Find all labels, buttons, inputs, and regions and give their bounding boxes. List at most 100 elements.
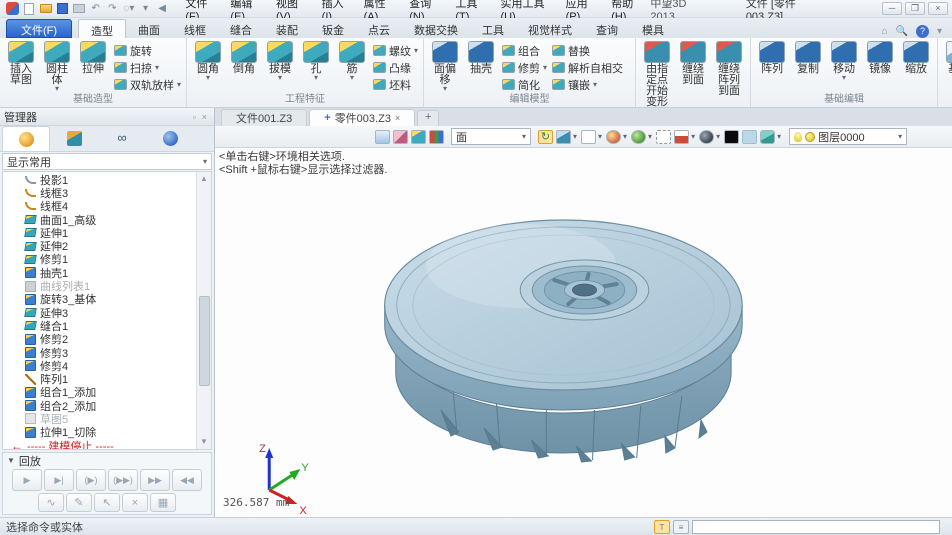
new-file-icon[interactable] [23,2,36,15]
surface-display-icon[interactable] [411,130,426,144]
tree-item[interactable]: 旋转3_基体 [3,293,196,306]
tree-item[interactable]: 曲线列表1 [3,279,196,292]
tree-item[interactable]: 投影1 [3,173,196,186]
entity-color-icon[interactable] [760,130,775,144]
ribbon-small-button[interactable]: 扫掠 ▾ [112,59,183,76]
render-mode-icon[interactable] [606,130,621,144]
undo-icon[interactable]: ↶ [89,2,102,15]
new-tab-button[interactable]: + [417,110,439,126]
ribbon-tab[interactable]: 视觉样式 [516,19,584,38]
material-ball-icon[interactable] [631,130,646,144]
help-icon[interactable]: ? [916,25,929,38]
ribbon-button[interactable]: 圆角 ▾ [190,40,226,82]
ribbon-button[interactable]: 复制 ▾ [790,40,826,82]
tree-item[interactable]: ← ----- 建模停止 ----- [3,439,196,449]
replay-header[interactable]: ▼ 回放 [3,453,211,468]
chevron-down-icon[interactable]: ▾ [716,132,720,141]
save-icon[interactable] [56,2,69,15]
render-attributes-icon[interactable] [429,130,444,144]
selection-mode-icon[interactable]: ◌▾ [123,2,136,15]
secondary-color-swatch[interactable] [742,130,757,144]
ribbon-button[interactable]: 面偏移 ▾ [427,40,463,93]
pin-icon[interactable]: ▫ [190,112,199,122]
close-button[interactable]: × [928,2,948,15]
shadow-icon[interactable] [699,130,714,144]
document-tab[interactable]: + 零件003.Z3 × [309,109,415,126]
search-icon[interactable]: 🔍 [896,26,908,37]
open-file-icon[interactable] [40,2,53,15]
ribbon-button[interactable]: 拉伸 ▾ [75,40,111,93]
pick-filter-dropdown[interactable]: 面 ▾ [451,128,531,145]
ribbon-button[interactable]: 抽壳 ▾ [463,40,499,93]
redo-icon[interactable]: ↷ [106,2,119,15]
ribbon-button[interactable]: 由指定点开始变形 ▾ [639,40,675,115]
chevron-down-icon[interactable]: ▾ [691,132,695,141]
panel-close-icon[interactable]: × [199,112,210,122]
tree-item[interactable]: 修剪2 [3,333,196,346]
ribbon-small-button[interactable]: 凸缘 ▾ [371,59,420,76]
ribbon-tab[interactable]: 曲面 [126,19,172,38]
chevron-down-icon[interactable]: ▾ [623,132,627,141]
tree-item[interactable]: 延伸2 [3,239,196,252]
ribbon-tab[interactable]: 点云 [356,19,402,38]
replay-button[interactable]: (▶▶) [108,469,138,491]
chevron-down-icon[interactable]: ▾ [777,132,781,141]
ribbon-tab[interactable]: 造型 [78,19,126,38]
ribbon-small-button[interactable]: 替换 ▾ [550,42,632,59]
auto-regen-icon[interactable]: ↻ [538,130,553,144]
ribbon-button[interactable]: 圆柱体 ▾ [39,40,75,93]
scroll-down-icon[interactable]: ▼ [200,435,208,449]
input-mode-toggle-icon[interactable]: T [654,520,670,534]
ribbon-button[interactable]: 基准面 ▾ [941,40,952,104]
background-color-swatch[interactable] [724,130,739,144]
ribbon-small-button[interactable]: 解析自相交 ▾ [550,59,632,76]
session-manager-tab[interactable] [146,126,194,151]
visual-manager-tab[interactable]: ∞ [98,126,146,151]
replay-tool-button[interactable]: ∿ [38,493,64,512]
ribbon-tab[interactable]: 线框 [172,19,218,38]
chevron-down-icon[interactable]: ▾ [573,132,577,141]
ribbon-tab[interactable]: 钣金 [310,19,356,38]
tree-item[interactable]: 组合1_添加 [3,386,196,399]
tree-item[interactable]: 线框3 [3,186,196,199]
history-manager-tab[interactable] [2,126,50,151]
ribbon-button[interactable]: 缩放 ▾ [898,40,934,82]
tree-item[interactable]: 草图5 [3,412,196,425]
wireframe-display-icon[interactable] [581,130,596,144]
ribbon-tab[interactable]: 查询 [584,19,630,38]
help-caret-icon[interactable]: ▾ [937,26,942,37]
replay-button[interactable]: ▶| [44,469,74,491]
replay-tool-button[interactable]: ✎ [66,493,92,512]
clipboard-icon[interactable] [375,130,390,144]
ribbon-button[interactable]: 移动 ▾ [826,40,862,82]
tree-item[interactable]: 修剪4 [3,359,196,372]
ribbon-small-button[interactable]: 镶嵌 ▾ [550,76,632,93]
tree-item[interactable]: 曲面1_高级 [3,213,196,226]
chevron-down-icon[interactable]: ▾ [598,132,602,141]
restore-button[interactable]: ❐ [905,2,925,15]
tree-item[interactable]: 缝合1 [3,319,196,332]
replay-button[interactable]: ▶▶ [140,469,170,491]
quick-access-more-icon[interactable]: ▾ [139,2,152,15]
collapse-icon[interactable]: ◀ [156,2,169,15]
tree-item[interactable]: 修剪3 [3,346,196,359]
shaded-display-icon[interactable] [556,130,571,144]
tree-item[interactable]: 线框4 [3,200,196,213]
section-view-icon[interactable] [674,130,689,144]
ribbon-small-button[interactable]: 旋转 ▾ [112,42,183,59]
replay-button[interactable]: ▶ [12,469,42,491]
tree-item[interactable]: 延伸3 [3,306,196,319]
list-toggle-icon[interactable]: ≡ [673,520,689,534]
assembly-manager-tab[interactable] [50,126,98,151]
replay-button[interactable]: (▶) [76,469,106,491]
ribbon-button[interactable]: 缠绕到面 ▾ [675,40,711,115]
ribbon-small-button[interactable]: 坯料 ▾ [371,76,420,93]
replay-tool-button[interactable]: ↖ [94,493,120,512]
tab-close-icon[interactable]: × [395,113,400,123]
print-icon[interactable] [73,2,86,15]
ribbon-button[interactable]: 倒角 ▾ [226,40,262,82]
eraser-icon[interactable] [393,130,408,144]
chevron-down-icon[interactable]: ▾ [648,132,652,141]
replay-button[interactable]: ◀◀ [172,469,202,491]
ribbon-small-button[interactable]: 组合 ▾ [500,42,549,59]
